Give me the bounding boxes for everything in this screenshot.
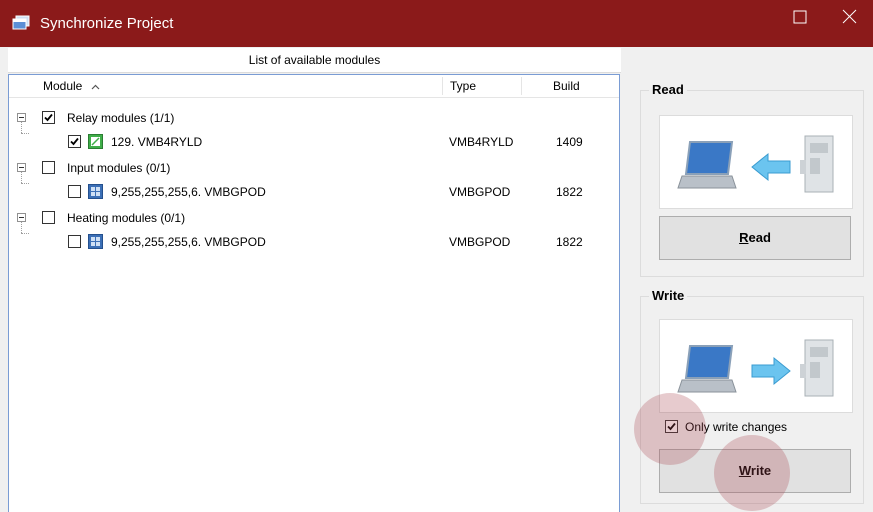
laptop-to-device-read-icon xyxy=(677,135,834,193)
column-header-build[interactable]: Build xyxy=(553,75,580,97)
glass-panel-module-icon xyxy=(88,184,103,199)
column-headers: Module Type Build xyxy=(9,75,619,98)
column-separator[interactable] xyxy=(521,77,522,95)
maximize-button[interactable] xyxy=(776,0,822,34)
tree-item-module[interactable]: 9,255,255,255,6. VMBGPOD VMBGPOD 1822 xyxy=(9,231,619,255)
read-group-title: Read xyxy=(649,82,687,97)
checkmark-icon xyxy=(44,113,53,122)
tree-group-heating[interactable]: Heating modules (0/1) xyxy=(9,207,619,231)
module-checkbox[interactable] xyxy=(68,235,81,248)
list-header: List of available modules xyxy=(8,48,621,73)
collapse-toggle-icon[interactable] xyxy=(17,163,26,172)
relay-module-icon xyxy=(88,134,103,149)
click-highlight xyxy=(714,435,790,511)
window-title: Synchronize Project xyxy=(40,15,174,32)
tree-item-module[interactable]: 9,255,255,255,6. VMBGPOD VMBGPOD 1822 xyxy=(9,181,619,205)
glass-panel-module-icon xyxy=(88,234,103,249)
group-checkbox[interactable] xyxy=(42,211,55,224)
collapse-toggle-icon[interactable] xyxy=(17,213,26,222)
close-icon xyxy=(842,9,857,24)
group-label: Heating modules (0/1) xyxy=(67,211,186,225)
click-highlight xyxy=(634,393,706,465)
title-bar: Synchronize Project xyxy=(0,0,873,47)
app-window-icon xyxy=(12,15,30,30)
close-button[interactable] xyxy=(826,0,872,34)
write-group-title: Write xyxy=(649,288,688,303)
module-build: 1822 xyxy=(556,185,583,199)
column-header-type[interactable]: Type xyxy=(450,75,476,97)
checkmark-icon xyxy=(70,137,79,146)
module-build: 1409 xyxy=(556,135,583,149)
group-checkbox[interactable] xyxy=(42,111,55,124)
module-tree[interactable]: Module Type Build Relay modules (1/1) 12… xyxy=(8,74,620,512)
read-button[interactable]: Read xyxy=(659,216,851,260)
module-checkbox[interactable] xyxy=(68,135,81,148)
module-build: 1822 xyxy=(556,235,583,249)
column-header-module[interactable]: Module xyxy=(43,75,100,97)
module-type: VMBGPOD xyxy=(449,185,511,199)
module-label: 9,255,255,255,6. VMBGPOD xyxy=(111,185,266,199)
sort-ascending-icon xyxy=(91,84,100,90)
group-checkbox[interactable] xyxy=(42,161,55,174)
group-label: Input modules (0/1) xyxy=(67,161,171,175)
module-checkbox[interactable] xyxy=(68,185,81,198)
maximize-icon xyxy=(793,10,807,24)
read-illustration xyxy=(659,115,853,209)
module-type: VMBGPOD xyxy=(449,235,511,249)
column-separator[interactable] xyxy=(442,77,443,95)
group-label: Relay modules (1/1) xyxy=(67,111,175,125)
tree-group-relay[interactable]: Relay modules (1/1) xyxy=(9,107,619,131)
module-type: VMB4RYLD xyxy=(449,135,514,149)
module-label: 129. VMB4RYLD xyxy=(111,135,203,149)
tree-group-input[interactable]: Input modules (0/1) xyxy=(9,157,619,181)
collapse-toggle-icon[interactable] xyxy=(17,113,26,122)
module-label: 9,255,255,255,6. VMBGPOD xyxy=(111,235,266,249)
tree-item-module[interactable]: 129. VMB4RYLD VMB4RYLD 1409 xyxy=(9,131,619,155)
read-group: Read Read xyxy=(640,82,864,277)
